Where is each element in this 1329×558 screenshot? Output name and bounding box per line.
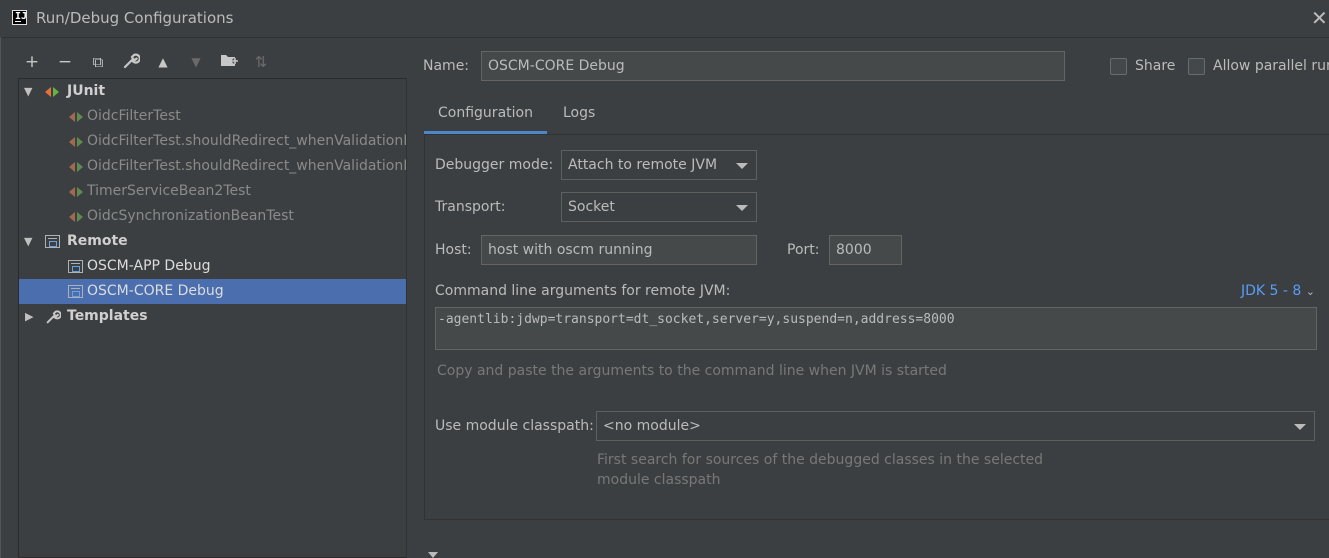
chevron-down-icon	[736, 163, 748, 169]
module-classpath-value: <no module>	[603, 418, 701, 434]
new-folder-icon[interactable]	[219, 52, 239, 72]
remove-icon[interactable]: −	[55, 52, 75, 72]
configurations-tree[interactable]: ▼ JUnit OidcFilterTest OidcFilterTest.sh…	[18, 78, 407, 558]
test-config-icon	[69, 110, 85, 124]
title-bar: IJ Run/Debug Configurations ✕	[0, 0, 1329, 38]
remote-icon	[45, 235, 60, 248]
tree-item-label: TimerServiceBean2Test	[87, 183, 251, 199]
share-label: Share	[1135, 58, 1176, 74]
tree-item[interactable]: OidcFilterTest	[19, 104, 406, 129]
tree-item-label: OidcFilterTest.shouldRedirect_whenValida…	[87, 133, 406, 149]
remote-icon	[68, 285, 83, 298]
cmd-args-textarea[interactable]: -agentlib:jdwp=transport=dt_socket,serve…	[435, 307, 1317, 350]
cmd-args-hint: Copy and paste the arguments to the comm…	[437, 363, 947, 379]
jdk-version-text: JDK 5 - 8	[1241, 283, 1302, 299]
sort-icon: ⇅	[254, 53, 268, 71]
tree-item[interactable]: OidcFilterTest.shouldRedirect_whenValida…	[19, 129, 406, 154]
port-label: Port:	[787, 242, 820, 258]
host-input[interactable]: host with oscm running	[481, 235, 757, 265]
tree-group-label: Remote	[67, 233, 128, 249]
chevron-down-icon[interactable]	[428, 552, 438, 558]
name-label: Name:	[423, 58, 470, 74]
intellij-app-icon: IJ	[12, 10, 27, 25]
tree-item[interactable]: OidcSynchronizationBeanTest	[19, 204, 406, 229]
name-input[interactable]: OSCM-CORE Debug	[481, 51, 1065, 81]
tree-group-remote[interactable]: ▼ Remote	[19, 229, 406, 254]
tree-item[interactable]: TimerServiceBean2Test	[19, 179, 406, 204]
tree-item-label: OidcFilterTest.shouldRedirect_whenValida…	[87, 158, 406, 174]
module-hint-line-2: module classpath	[597, 472, 721, 488]
tree-group-label: Templates	[67, 308, 148, 324]
jdk-version-link[interactable]: JDK 5 - 8 ⌄	[1241, 283, 1315, 299]
debugger-mode-select[interactable]: Attach to remote JVM	[561, 150, 757, 180]
tree-item-label: OSCM-CORE Debug	[87, 283, 224, 299]
close-icon[interactable]: ✕	[1311, 8, 1329, 28]
tree-group-label: JUnit	[67, 83, 106, 99]
junit-icon	[45, 85, 61, 99]
parallel-run-checkbox[interactable]	[1188, 58, 1205, 75]
window-title: Run/Debug Configurations	[36, 9, 234, 27]
test-config-icon	[69, 160, 85, 174]
host-label: Host:	[435, 242, 472, 258]
tab-logs[interactable]: Logs	[563, 96, 595, 134]
debugger-mode-label: Debugger mode:	[435, 157, 554, 173]
module-hint-line-1: First search for sources of the debugged…	[597, 452, 1044, 468]
tree-item-label: OidcSynchronizationBeanTest	[87, 208, 294, 224]
tree-toolbar: + − ⧉ ▲ ▼ ⇅	[18, 48, 408, 76]
port-input[interactable]: 8000	[829, 235, 902, 265]
collapse-arrow-icon[interactable]: ▶	[25, 304, 37, 329]
share-checkbox[interactable]	[1110, 58, 1127, 75]
test-config-icon	[69, 185, 85, 199]
tree-item-selected[interactable]: OSCM-CORE Debug	[19, 279, 406, 304]
chevron-down-icon	[1294, 424, 1306, 430]
add-icon[interactable]: +	[22, 52, 42, 72]
expand-arrow-icon[interactable]: ▼	[24, 229, 36, 254]
cmd-args-label: Command line arguments for remote JVM:	[435, 283, 731, 299]
tree-group-junit[interactable]: ▼ JUnit	[19, 79, 406, 104]
wrench-icon[interactable]	[121, 52, 141, 72]
tree-item[interactable]: OidcFilterTest.shouldRedirect_whenValida…	[19, 154, 406, 179]
parallel-run-label: Allow parallel run	[1213, 58, 1329, 74]
tree-group-templates[interactable]: ▶ Templates	[19, 304, 406, 329]
chevron-down-icon: ⌄	[1305, 285, 1315, 298]
move-down-icon: ▼	[191, 55, 201, 69]
tree-item-label: OSCM-APP Debug	[87, 258, 211, 274]
wrench-icon	[45, 309, 62, 327]
module-classpath-label: Use module classpath:	[435, 418, 594, 434]
test-config-icon	[69, 135, 85, 149]
chevron-down-icon	[736, 205, 748, 211]
copy-icon[interactable]: ⧉	[88, 52, 108, 72]
window-left-border	[0, 37, 1, 558]
expand-arrow-icon[interactable]: ▼	[24, 79, 36, 104]
transport-label: Transport:	[435, 199, 506, 215]
move-up-icon[interactable]: ▲	[153, 52, 173, 72]
tab-configuration[interactable]: Configuration	[424, 96, 547, 134]
transport-value: Socket	[568, 199, 615, 215]
module-classpath-select[interactable]: <no module>	[596, 411, 1315, 441]
tree-item[interactable]: OSCM-APP Debug	[19, 254, 406, 279]
remote-icon	[68, 260, 83, 273]
test-config-icon	[69, 210, 85, 224]
tree-item-label: OidcFilterTest	[87, 108, 181, 124]
config-tabs: Configuration Logs	[424, 96, 1329, 135]
transport-select[interactable]: Socket	[561, 192, 757, 222]
debugger-mode-value: Attach to remote JVM	[568, 157, 718, 173]
